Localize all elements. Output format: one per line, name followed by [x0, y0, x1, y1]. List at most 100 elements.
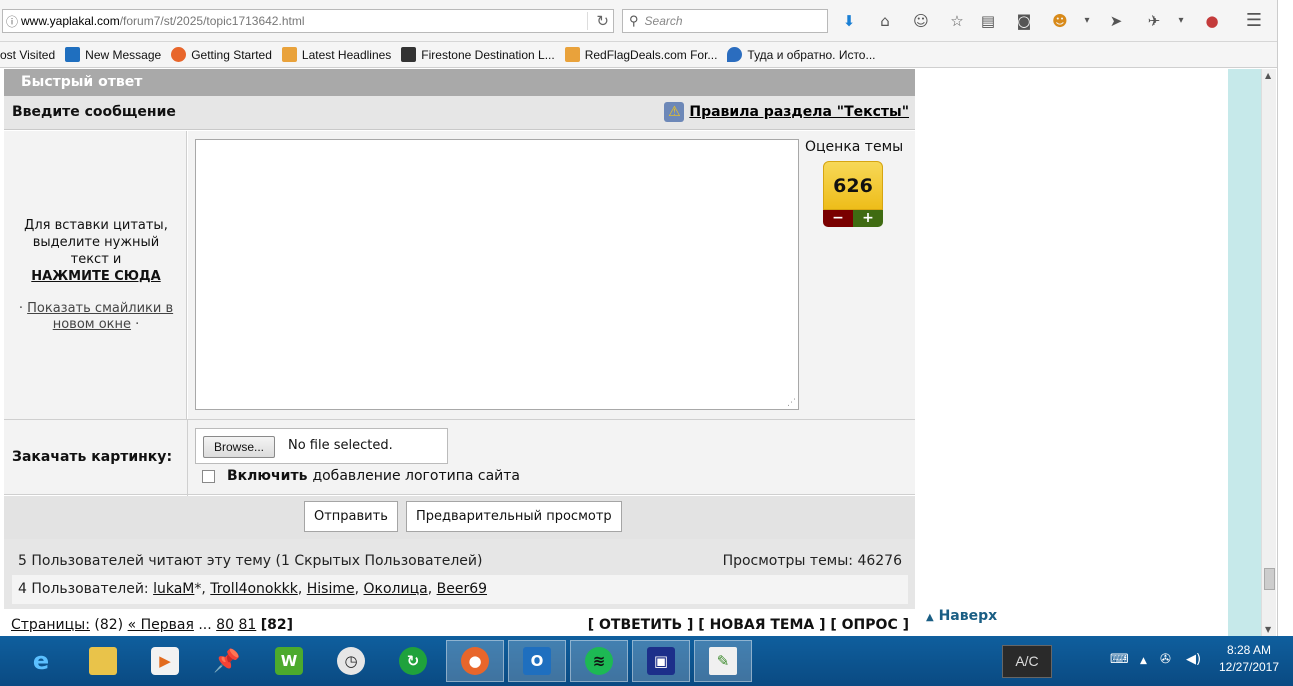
bookmarks-bar: ost Visited New Message Getting Started …: [0, 42, 1293, 68]
quick-reply-title: Быстрый ответ: [4, 69, 915, 96]
pin-app-icon[interactable]: 📌: [198, 640, 256, 682]
internet-explorer-icon[interactable]: e: [12, 640, 70, 682]
reload-icon[interactable]: ↻: [587, 12, 609, 30]
chat-icon[interactable]: ☺: [911, 11, 931, 31]
quote-panel: Для вставки цитаты, выделите нужный текс…: [4, 131, 187, 419]
first-page-link[interactable]: « Первая: [128, 617, 194, 633]
floppy-app-icon[interactable]: ▣: [632, 640, 690, 682]
scroll-down-icon[interactable]: ▼: [1265, 625, 1271, 634]
rating-score: 626: [823, 161, 883, 210]
ac-button[interactable]: A/C: [1002, 645, 1052, 678]
menu-icon[interactable]: ☰: [1244, 11, 1264, 31]
topic-actions[interactable]: [ ОТВЕТИТЬ ] [ НОВАЯ ТЕМА ] [ ОПРОС ]: [588, 617, 909, 633]
user-link[interactable]: Околица: [364, 581, 428, 597]
reading-list-icon[interactable]: ▤: [978, 11, 998, 31]
user-link[interactable]: Hisime: [307, 581, 355, 597]
notepad-app-icon[interactable]: ✎: [694, 640, 752, 682]
resize-grip-icon[interactable]: ⋰: [787, 398, 796, 408]
spotify-icon[interactable]: ≋: [570, 640, 628, 682]
bookmark-star-icon[interactable]: ☆: [947, 11, 967, 31]
scroll-up-icon[interactable]: ▲: [1265, 71, 1271, 80]
quick-reply-form: Быстрый ответ Введите сообщение ⚠ Правил…: [4, 69, 915, 636]
keyboard-icon[interactable]: ⌨: [1110, 652, 1129, 667]
user-link[interactable]: Troll4onokkk: [210, 581, 298, 597]
preview-button[interactable]: Предварительный просмотр: [406, 501, 622, 532]
rating-plus-button[interactable]: +: [853, 210, 883, 227]
download-icon[interactable]: ⬇: [839, 11, 859, 31]
volume-icon[interactable]: ◀): [1186, 652, 1201, 667]
outlook-icon[interactable]: O: [508, 640, 566, 682]
taskbar: e ▶ 📌 W ◷ ↻ ● O ≋ ▣ ✎ A/C ⌨ ▲ ✇ ◀) 8:28 …: [0, 636, 1293, 686]
quote-hint-text: Для вставки цитаты, выделите нужный текс…: [24, 218, 168, 267]
firefox-icon[interactable]: ●: [446, 640, 504, 682]
user-link[interactable]: Beer69: [437, 581, 487, 597]
bookmark-redflagdeals[interactable]: RedFlagDeals.com For...: [564, 47, 717, 62]
message-textarea[interactable]: ⋰: [195, 139, 799, 410]
pages-link[interactable]: Страницы:: [11, 617, 90, 633]
current-page: [82]: [260, 617, 294, 633]
clock-date: 12/27/2017: [1218, 660, 1280, 674]
info-icon[interactable]: ⓘ: [3, 13, 21, 30]
file-status: No file selected.: [288, 438, 393, 453]
message-panel: ⋰ Оценка темы 626 − +: [188, 131, 915, 419]
file-input[interactable]: Browse... No file selected.: [195, 428, 448, 464]
bookmark-getting-started[interactable]: Getting Started: [171, 47, 272, 62]
message-header: Введите сообщение ⚠ Правила раздела "Тек…: [4, 96, 915, 130]
addon-face-icon[interactable]: ☻: [1050, 11, 1070, 31]
dropdown-arrow-icon[interactable]: ▾: [1077, 11, 1097, 31]
rss-icon: [564, 47, 580, 62]
warning-icon: ⚠: [664, 102, 685, 122]
send-button[interactable]: Отправить: [304, 501, 398, 532]
search-input[interactable]: ⚲ Search: [622, 9, 828, 33]
extension-icon[interactable]: ✈: [1144, 11, 1164, 31]
url-bar[interactable]: ⓘ www.yaplakal.com /forum7/st/2025/topic…: [2, 9, 614, 33]
logo-checkbox[interactable]: [202, 469, 215, 483]
arrow-up-icon: ▲: [926, 612, 934, 623]
upload-label: Закачать картинку:: [12, 449, 173, 465]
readers-list: 4 Пользователей: lukaM*, Troll4onokkk, H…: [12, 575, 908, 604]
bookmark-tuda-i-obratno[interactable]: Туда и обратно. Исто...: [727, 47, 875, 62]
outlook-icon: [65, 47, 81, 62]
quote-hint: Для вставки цитаты, выделите нужный текс…: [12, 217, 180, 285]
media-player-icon[interactable]: ▶: [136, 640, 194, 682]
clock-time: 8:28 AM: [1226, 643, 1272, 657]
logo-option-text: добавление логотипа сайта: [312, 468, 521, 484]
enter-message-label: Введите сообщение: [12, 104, 176, 120]
bookmark-new-message[interactable]: New Message: [65, 47, 161, 62]
submit-row: Отправить Предварительный просмотр: [4, 496, 915, 539]
file-explorer-icon[interactable]: [74, 640, 132, 682]
bookmark-most-visited[interactable]: ost Visited: [0, 48, 55, 62]
bookmark-latest-headlines[interactable]: Latest Headlines: [281, 47, 391, 62]
scrollbar-thumb[interactable]: [1264, 568, 1275, 590]
page-81-link[interactable]: 81: [238, 617, 256, 633]
pagination: Страницы: (82) « Первая ... 80 81 [82] […: [4, 609, 915, 636]
readers-panel: 5 Пользователей читают эту тему (1 Скрыт…: [4, 539, 915, 609]
rules-link[interactable]: Правила раздела "Тексты": [689, 104, 909, 120]
browse-button[interactable]: Browse...: [203, 436, 276, 458]
show-hidden-icons-icon[interactable]: ▲: [1140, 656, 1147, 666]
quote-click-link[interactable]: НАЖМИТЕ СЮДА: [12, 268, 180, 285]
back-to-top-link[interactable]: ▲ Наверх: [926, 608, 997, 624]
rating-minus-button[interactable]: −: [823, 210, 853, 227]
pocket-icon[interactable]: ◙: [1014, 11, 1034, 31]
page-scrollbar[interactable]: ▲ ▼: [1261, 69, 1276, 636]
w-app-icon[interactable]: W: [260, 640, 318, 682]
smiles-block: · Показать смайлики в новом окне ·: [18, 301, 174, 332]
page-80-link[interactable]: 80: [216, 617, 234, 633]
system-clock[interactable]: 8:28 AM 12/27/2017: [1213, 642, 1285, 676]
send-icon[interactable]: ➤: [1106, 11, 1126, 31]
profile-icon[interactable]: ●: [1202, 11, 1222, 31]
show-smiles-link[interactable]: Показать смайлики в новом окне: [27, 301, 173, 332]
location-pin-icon: [727, 47, 743, 62]
bookmark-firestone[interactable]: Firestone Destination L...: [401, 47, 555, 62]
home-icon[interactable]: ⌂: [875, 11, 895, 31]
user-link[interactable]: lukaM: [153, 581, 194, 597]
logo-option: Включить добавление логотипа сайта: [202, 468, 520, 484]
clock-app-icon[interactable]: ◷: [322, 640, 380, 682]
dropdown-arrow-icon[interactable]: ▾: [1171, 11, 1191, 31]
green-app-icon[interactable]: ↻: [384, 640, 442, 682]
search-placeholder: Search: [644, 14, 683, 28]
url-host: www.yaplakal.com: [21, 14, 120, 28]
page-links: Страницы: (82) « Первая ... 80 81 [82]: [11, 617, 294, 633]
pin-tray-icon[interactable]: ✇: [1160, 652, 1171, 667]
